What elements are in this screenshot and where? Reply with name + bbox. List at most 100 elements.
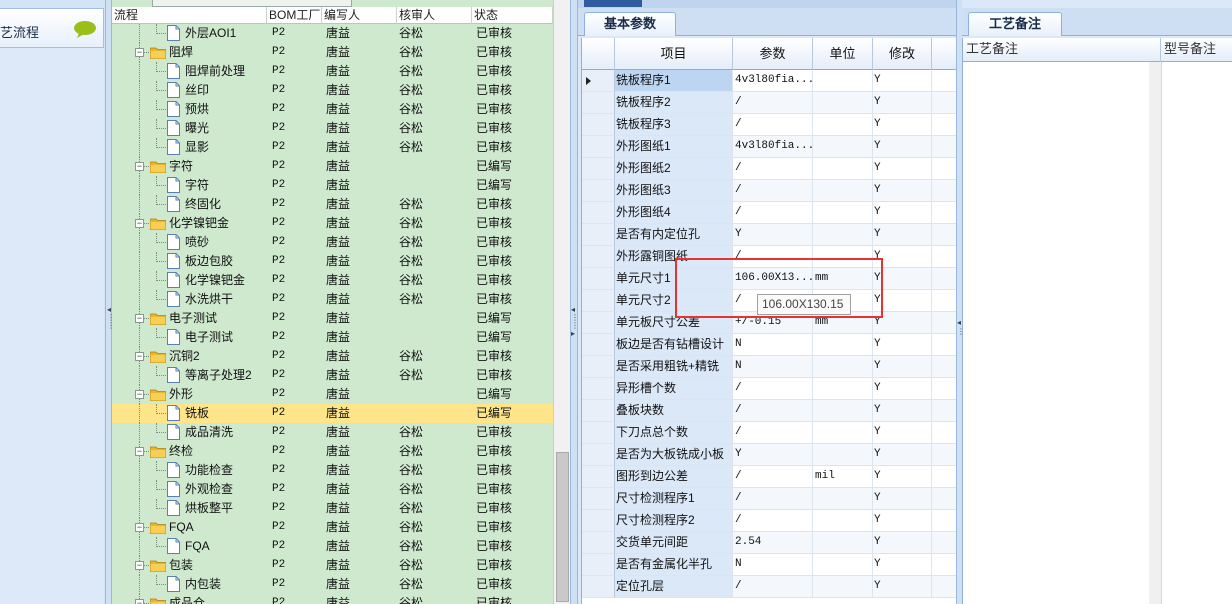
tree-folder-row[interactable]: − 沉铜2 P2 唐益 谷松 已审核 [112,347,553,366]
param-cell-value[interactable]: / [733,378,813,400]
param-cell-item[interactable]: 铣板程序1 [615,70,733,92]
tree-row[interactable]: 终固化 P2 唐益 谷松 已审核 [112,195,553,214]
tree-folder-row[interactable]: − FQA P2 唐益 谷松 已审核 [112,518,553,537]
tree-row[interactable]: 水洗烘干 P2 唐益 谷松 已审核 [112,290,553,309]
row-indicator[interactable] [582,268,615,290]
tree-folder-row[interactable]: − 字符 P2 唐益 已编写 [112,157,553,176]
param-cell-unit[interactable] [813,444,873,466]
tree-scrollbar[interactable] [553,0,570,604]
tree-splitter[interactable]: ◂ ⋮ ⋮ ▸ [570,0,579,604]
row-indicator[interactable] [582,202,615,224]
param-cell-unit[interactable] [813,532,873,554]
col-header-modify[interactable]: 修改 [873,38,932,70]
col-header-bom[interactable]: BOM工厂 [267,7,322,24]
tree-folder-row[interactable]: − 电子测试 P2 唐益 已编写 [112,309,553,328]
tree-row[interactable]: 显影 P2 唐益 谷松 已审核 [112,138,553,157]
row-indicator[interactable] [582,312,615,334]
col-header-value[interactable]: 参数 [733,38,813,70]
row-indicator[interactable] [582,554,615,576]
param-cell-item[interactable]: 是否采用粗铣+精铣 [615,356,733,378]
param-cell-modify[interactable]: Y [873,466,932,488]
param-cell-modify[interactable]: Y [873,488,932,510]
param-row[interactable]: 异形槽个数 / Y [582,378,957,400]
param-cell-unit[interactable] [813,510,873,532]
col-header-item[interactable]: 项目 [615,38,733,70]
param-cell-unit[interactable]: mil [813,466,873,488]
param-cell-value[interactable]: / [733,510,813,532]
param-cell-modify[interactable]: Y [873,532,932,554]
tree-folder-row[interactable]: − 化学镍钯金 P2 唐益 谷松 已审核 [112,214,553,233]
collapse-toggle-icon[interactable]: − [135,219,144,228]
param-cell-modify[interactable]: Y [873,400,932,422]
param-cell-modify[interactable]: Y [873,378,932,400]
row-indicator[interactable] [582,158,615,180]
param-row[interactable]: 板边是否有钻槽设计 N Y [582,334,957,356]
top-tab-active[interactable] [584,0,642,7]
param-cell-modify[interactable]: Y [873,422,932,444]
tree-folder-row[interactable]: − 外形 P2 唐益 已编写 [112,385,553,404]
param-cell-item[interactable]: 板边是否有钻槽设计 [615,334,733,356]
row-indicator[interactable] [582,70,615,92]
param-row[interactable]: 是否采用粗铣+精铣 N Y [582,356,957,378]
row-indicator[interactable] [582,290,615,312]
param-cell-value[interactable]: / [733,422,813,444]
param-cell-unit[interactable] [813,92,873,114]
tree-folder-row[interactable]: − 终检 P2 唐益 谷松 已审核 [112,442,553,461]
tab-basic-params[interactable]: 基本参数 [584,12,676,36]
col-header-unit[interactable]: 单位 [813,38,873,70]
param-cell-item[interactable]: 异形槽个数 [615,378,733,400]
param-cell-item[interactable]: 叠板块数 [615,400,733,422]
collapse-toggle-icon[interactable]: − [135,599,144,604]
tree-row[interactable]: 等离子处理2 P2 唐益 谷松 已审核 [112,366,553,385]
tab-process-notes[interactable]: 工艺备注 [968,12,1062,36]
param-cell-unit[interactable] [813,378,873,400]
tree-row[interactable]: 功能检查 P2 唐益 谷松 已审核 [112,461,553,480]
row-indicator[interactable] [582,224,615,246]
row-indicator[interactable] [582,400,615,422]
param-cell-value[interactable]: 2.54 [733,532,813,554]
param-row[interactable]: 下刀点总个数 / Y [582,422,957,444]
param-row[interactable]: 定位孔层 / Y [582,576,957,598]
param-cell-unit[interactable] [813,576,873,598]
param-cell-modify[interactable]: Y [873,70,932,92]
tree-folder-row[interactable]: − 成品仓 P2 唐益 谷松 已审核 [112,594,553,604]
param-cell-value[interactable]: Y [733,444,813,466]
param-cell-unit[interactable] [813,554,873,576]
tree-row[interactable]: 成品清洗 P2 唐益 谷松 已审核 [112,423,553,442]
col-header-status[interactable]: 状态 [472,7,553,24]
collapse-toggle-icon[interactable]: − [135,314,144,323]
tree-row[interactable]: 内包装 P2 唐益 谷松 已审核 [112,575,553,594]
tree-row[interactable]: 预烘 P2 唐益 谷松 已审核 [112,100,553,119]
nav-item-process-flow[interactable]: 艺流程 [0,8,104,48]
tree-row[interactable]: 丝印 P2 唐益 谷松 已审核 [112,81,553,100]
param-cell-modify[interactable]: Y [873,576,932,598]
tree-row[interactable]: 外层AOI1 P2 唐益 谷松 已审核 [112,24,553,43]
col-header-writer[interactable]: 编写人 [322,7,397,24]
collapse-toggle-icon[interactable]: − [135,561,144,570]
collapse-toggle-icon[interactable]: − [135,390,144,399]
param-cell-modify[interactable]: Y [873,136,932,158]
param-row[interactable]: 外形图纸1 4v3l80fia... Y [582,136,957,158]
param-cell-item[interactable]: 交货单元间距 [615,532,733,554]
param-cell-unit[interactable] [813,488,873,510]
param-cell-unit[interactable] [813,136,873,158]
collapse-toggle-icon[interactable]: − [135,352,144,361]
tree-row[interactable]: 板边包胶 P2 唐益 谷松 已审核 [112,252,553,271]
param-cell-value[interactable]: / [733,488,813,510]
notes-scrollbar[interactable] [1149,62,1161,604]
param-cell-item[interactable]: 外形图纸1 [615,136,733,158]
param-cell-item[interactable]: 尺寸检测程序2 [615,510,733,532]
param-cell-item[interactable]: 外形图纸3 [615,180,733,202]
tree-folder-row[interactable]: − 包装 P2 唐益 谷松 已审核 [112,556,553,575]
param-cell-unit[interactable] [813,70,873,92]
param-cell-modify[interactable]: Y [873,444,932,466]
tree-row[interactable]: 铣板 P2 唐益 已编写 [112,404,553,423]
param-row[interactable]: 是否有内定位孔 Y Y [582,224,957,246]
tree-row[interactable]: 化学镍钯金 P2 唐益 谷松 已审核 [112,271,553,290]
param-cell-value[interactable]: N [733,554,813,576]
tree-row[interactable]: 阻焊前处理 P2 唐益 谷松 已审核 [112,62,553,81]
param-cell-value[interactable]: / [733,576,813,598]
param-row[interactable]: 铣板程序1 4v3l80fia... Y [582,70,957,92]
row-indicator[interactable] [582,488,615,510]
param-cell-item[interactable]: 定位孔层 [615,576,733,598]
